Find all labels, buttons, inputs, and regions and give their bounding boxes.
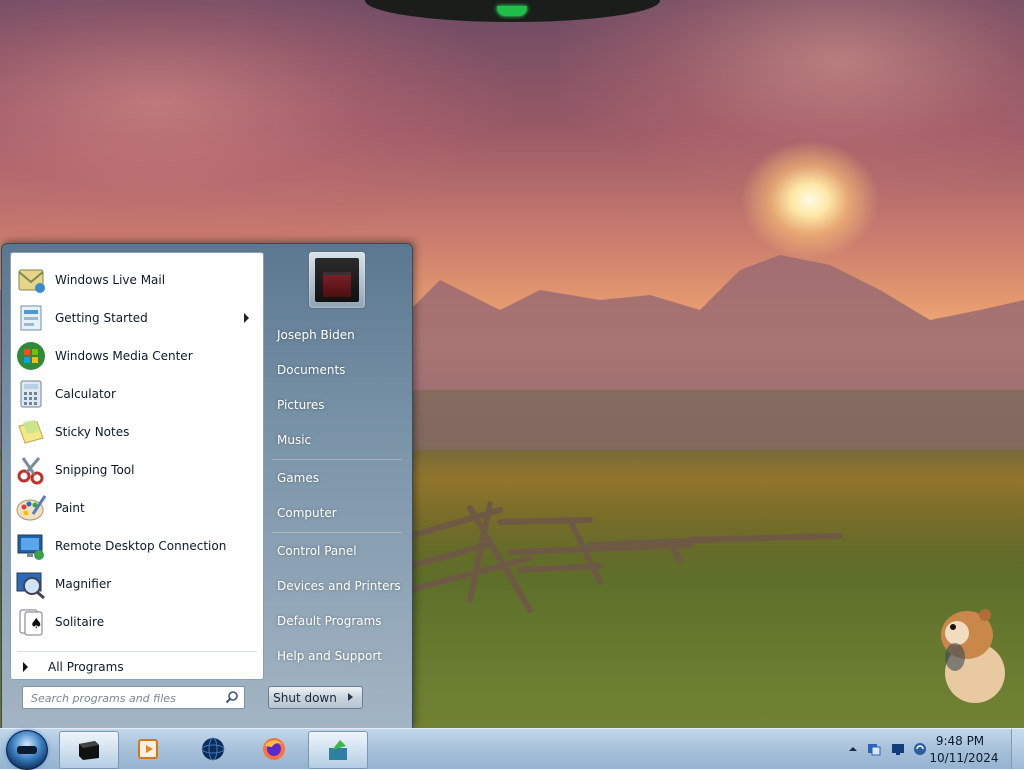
start-menu: Windows Live Mail Getting Started Window… [1, 243, 413, 730]
right-item-label: Documents [277, 363, 346, 377]
start-button[interactable] [6, 730, 48, 770]
show-hidden-icons-chevron-icon[interactable] [846, 742, 860, 756]
program-snipping-tool[interactable]: Snipping Tool [13, 452, 259, 488]
magnifier-icon [15, 568, 47, 600]
firefox-icon [263, 738, 285, 760]
right-pane-separator [272, 532, 402, 533]
right-item-computer[interactable]: Computer [268, 499, 406, 527]
start-menu-programs-pane: Windows Live Mail Getting Started Window… [10, 252, 264, 680]
all-programs-label: All Programs [48, 660, 124, 674]
paint-palette-icon [15, 492, 47, 524]
right-item-label: Devices and Printers [277, 579, 401, 593]
taskbar-button-firefox[interactable] [245, 731, 303, 767]
search-input[interactable] [29, 688, 223, 708]
right-item-games[interactable]: Games [268, 464, 406, 492]
expand-arrow-icon [23, 662, 28, 672]
user-account-picture[interactable] [308, 251, 366, 309]
cards-icon: ♠ [15, 606, 47, 638]
right-item-label: Help and Support [277, 649, 382, 663]
program-paint[interactable]: Paint [13, 490, 259, 526]
right-pane-separator [272, 459, 402, 460]
clock-date[interactable]: 10/11/2024 [925, 751, 1003, 765]
right-item-default-programs[interactable]: Default Programs [268, 607, 406, 635]
network-icon[interactable] [867, 742, 881, 756]
program-remote-desktop-connection[interactable]: Remote Desktop Connection [13, 528, 259, 564]
program-windows-media-center[interactable]: Windows Media Center [13, 338, 259, 374]
taskbar-button-media-player[interactable] [120, 731, 178, 767]
right-item-pictures[interactable]: Pictures [268, 391, 406, 419]
program-magnifier[interactable]: Magnifier [13, 566, 259, 602]
shutdown-options-button[interactable] [340, 686, 363, 709]
taskbar-button-app[interactable] [308, 731, 368, 769]
remote-desktop-icon [15, 530, 47, 562]
program-label: Paint [55, 501, 85, 515]
mail-icon [15, 264, 47, 296]
program-getting-started[interactable]: Getting Started [13, 300, 259, 336]
right-item-label: Control Panel [277, 544, 357, 558]
right-item-help-and-support[interactable]: Help and Support [268, 642, 406, 670]
chevron-right-icon [348, 693, 353, 701]
program-label: Solitaire [55, 615, 105, 629]
program-label: Windows Media Center [55, 349, 193, 363]
taskbar: 9:48 PM 10/11/2024 [0, 728, 1024, 770]
svg-text:♠: ♠ [30, 616, 43, 632]
black-window-icon [79, 741, 99, 760]
green-arrow-icon [329, 740, 347, 760]
program-label: Windows Live Mail [55, 273, 166, 287]
program-label: Sticky Notes [55, 425, 130, 439]
sticky-notes-icon [15, 416, 47, 448]
wallpaper-clouds-left [0, 0, 520, 260]
wallpaper-fence [410, 501, 843, 613]
right-item-label: Games [277, 471, 319, 485]
show-desktop-button[interactable] [1011, 729, 1024, 769]
programs-divider [17, 651, 257, 652]
shutdown-label: Shut down [273, 690, 337, 705]
monitor-icon[interactable] [891, 742, 905, 756]
wallpaper-sun [740, 140, 880, 260]
search-icon[interactable] [225, 690, 239, 704]
program-label: Getting Started [55, 311, 148, 325]
right-item-user[interactable]: Joseph Biden [268, 321, 406, 349]
status-led-icon [497, 6, 527, 16]
program-label: Snipping Tool [55, 463, 135, 477]
submenu-arrow-icon[interactable] [244, 313, 249, 323]
right-item-label: Default Programs [277, 614, 382, 628]
media-center-icon [15, 340, 47, 372]
taskbar-button-globe[interactable] [184, 731, 242, 767]
program-label: Remote Desktop Connection [55, 539, 227, 553]
media-player-icon [138, 739, 158, 759]
scissors-icon [15, 454, 47, 486]
right-item-control-panel[interactable]: Control Panel [268, 537, 406, 565]
program-sticky-notes[interactable]: Sticky Notes [13, 414, 259, 450]
taskbar-button-terminal[interactable] [59, 731, 119, 769]
right-item-label: Joseph Biden [277, 328, 355, 342]
program-label: Magnifier [55, 577, 112, 591]
right-item-devices-and-printers[interactable]: Devices and Printers [268, 572, 406, 600]
globe-icon [201, 737, 225, 761]
hamster-desktop-pet[interactable] [935, 605, 1010, 705]
getting-started-icon [15, 302, 47, 334]
clock-time[interactable]: 9:48 PM [925, 734, 995, 748]
right-item-documents[interactable]: Documents [268, 356, 406, 384]
shutdown-button[interactable]: Shut down [268, 686, 342, 709]
right-item-music[interactable]: Music [268, 426, 406, 454]
right-item-label: Music [277, 433, 312, 447]
right-item-label: Pictures [277, 398, 325, 412]
calculator-icon [15, 378, 47, 410]
system-tray: 9:48 PM 10/11/2024 [840, 729, 1024, 769]
right-item-label: Computer [277, 506, 337, 520]
start-search-box[interactable] [22, 686, 245, 709]
all-programs-button[interactable]: All Programs [13, 655, 259, 679]
program-label: Calculator [55, 387, 116, 401]
program-windows-live-mail[interactable]: Windows Live Mail [13, 262, 259, 298]
program-solitaire[interactable]: ♠ Solitaire [13, 604, 259, 640]
program-calculator[interactable]: Calculator [13, 376, 259, 412]
